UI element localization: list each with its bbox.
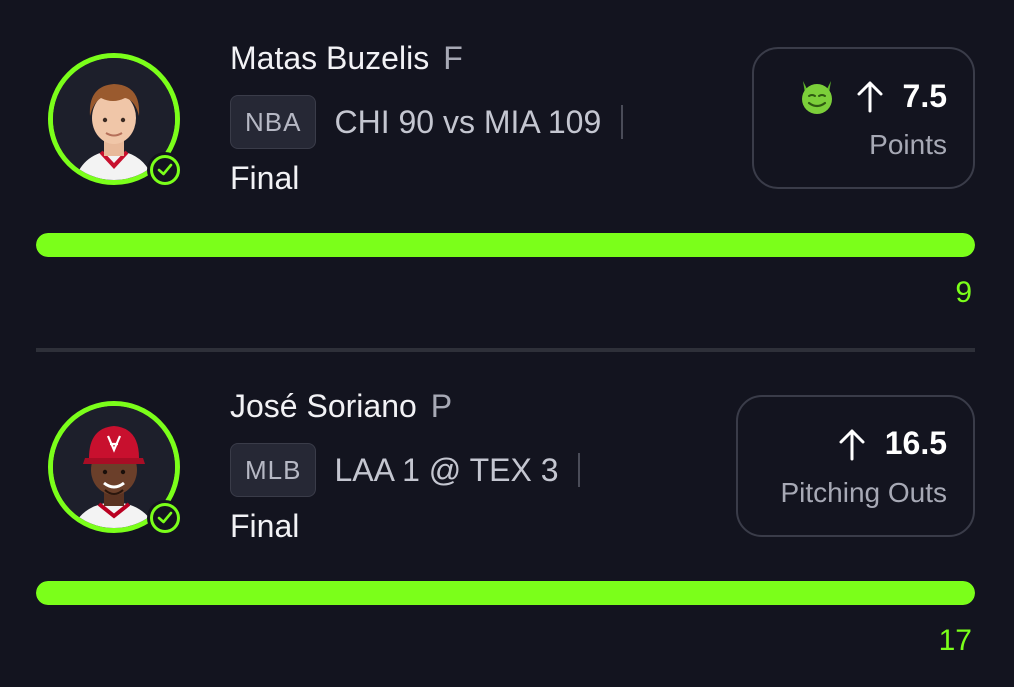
win-check-badge — [147, 152, 183, 188]
pick-card-1[interactable]: Matas Buzelis F NBA CHI 90 vs MIA 109 Fi… — [0, 0, 1014, 320]
line-value: 16.5 — [884, 425, 947, 461]
player-avatar — [48, 401, 183, 536]
player-position: P — [430, 388, 453, 424]
progress-bar — [36, 233, 975, 257]
progress-bar — [36, 581, 975, 605]
line-value: 7.5 — [902, 77, 947, 114]
win-check-badge — [147, 500, 183, 536]
separator — [621, 105, 624, 139]
actual-stat-value: 9 — [955, 276, 972, 309]
player-position: F — [443, 40, 463, 76]
projection-box[interactable]: 7.5 Points — [752, 47, 975, 189]
game-status: Final — [230, 160, 300, 196]
player-avatar — [48, 53, 183, 188]
game-score: LAA 1 @ TEX 3 — [334, 451, 559, 488]
actual-stat-value: 17 — [938, 624, 972, 657]
arrow-up-icon — [839, 429, 865, 460]
progress-fill — [36, 581, 975, 605]
arrow-up-icon — [857, 81, 883, 113]
separator — [578, 453, 581, 487]
player-header: José Soriano P — [230, 388, 452, 428]
progress-fill — [36, 233, 975, 257]
pick-card-2[interactable]: José Soriano P MLB LAA 1 @ TEX 3 Final 1… — [0, 348, 1014, 668]
game-score: CHI 90 vs MIA 109 — [334, 103, 602, 140]
league-chip: NBA — [230, 95, 317, 149]
player-name: José Soriano — [230, 388, 417, 424]
check-icon — [157, 163, 173, 176]
demon-face-icon — [801, 81, 832, 114]
game-status: Final — [230, 508, 300, 544]
check-icon — [157, 511, 173, 524]
player-name: Matas Buzelis — [230, 40, 430, 76]
league-chip: MLB — [230, 443, 317, 497]
game-info: MLB LAA 1 @ TEX 3 — [230, 443, 581, 497]
player-header: Matas Buzelis F — [230, 40, 463, 80]
stat-type: Pitching Outs — [780, 477, 947, 508]
game-info: NBA CHI 90 vs MIA 109 — [230, 95, 624, 149]
projection-box[interactable]: 16.5 Pitching Outs — [736, 395, 975, 537]
stat-type: Points — [869, 129, 947, 160]
